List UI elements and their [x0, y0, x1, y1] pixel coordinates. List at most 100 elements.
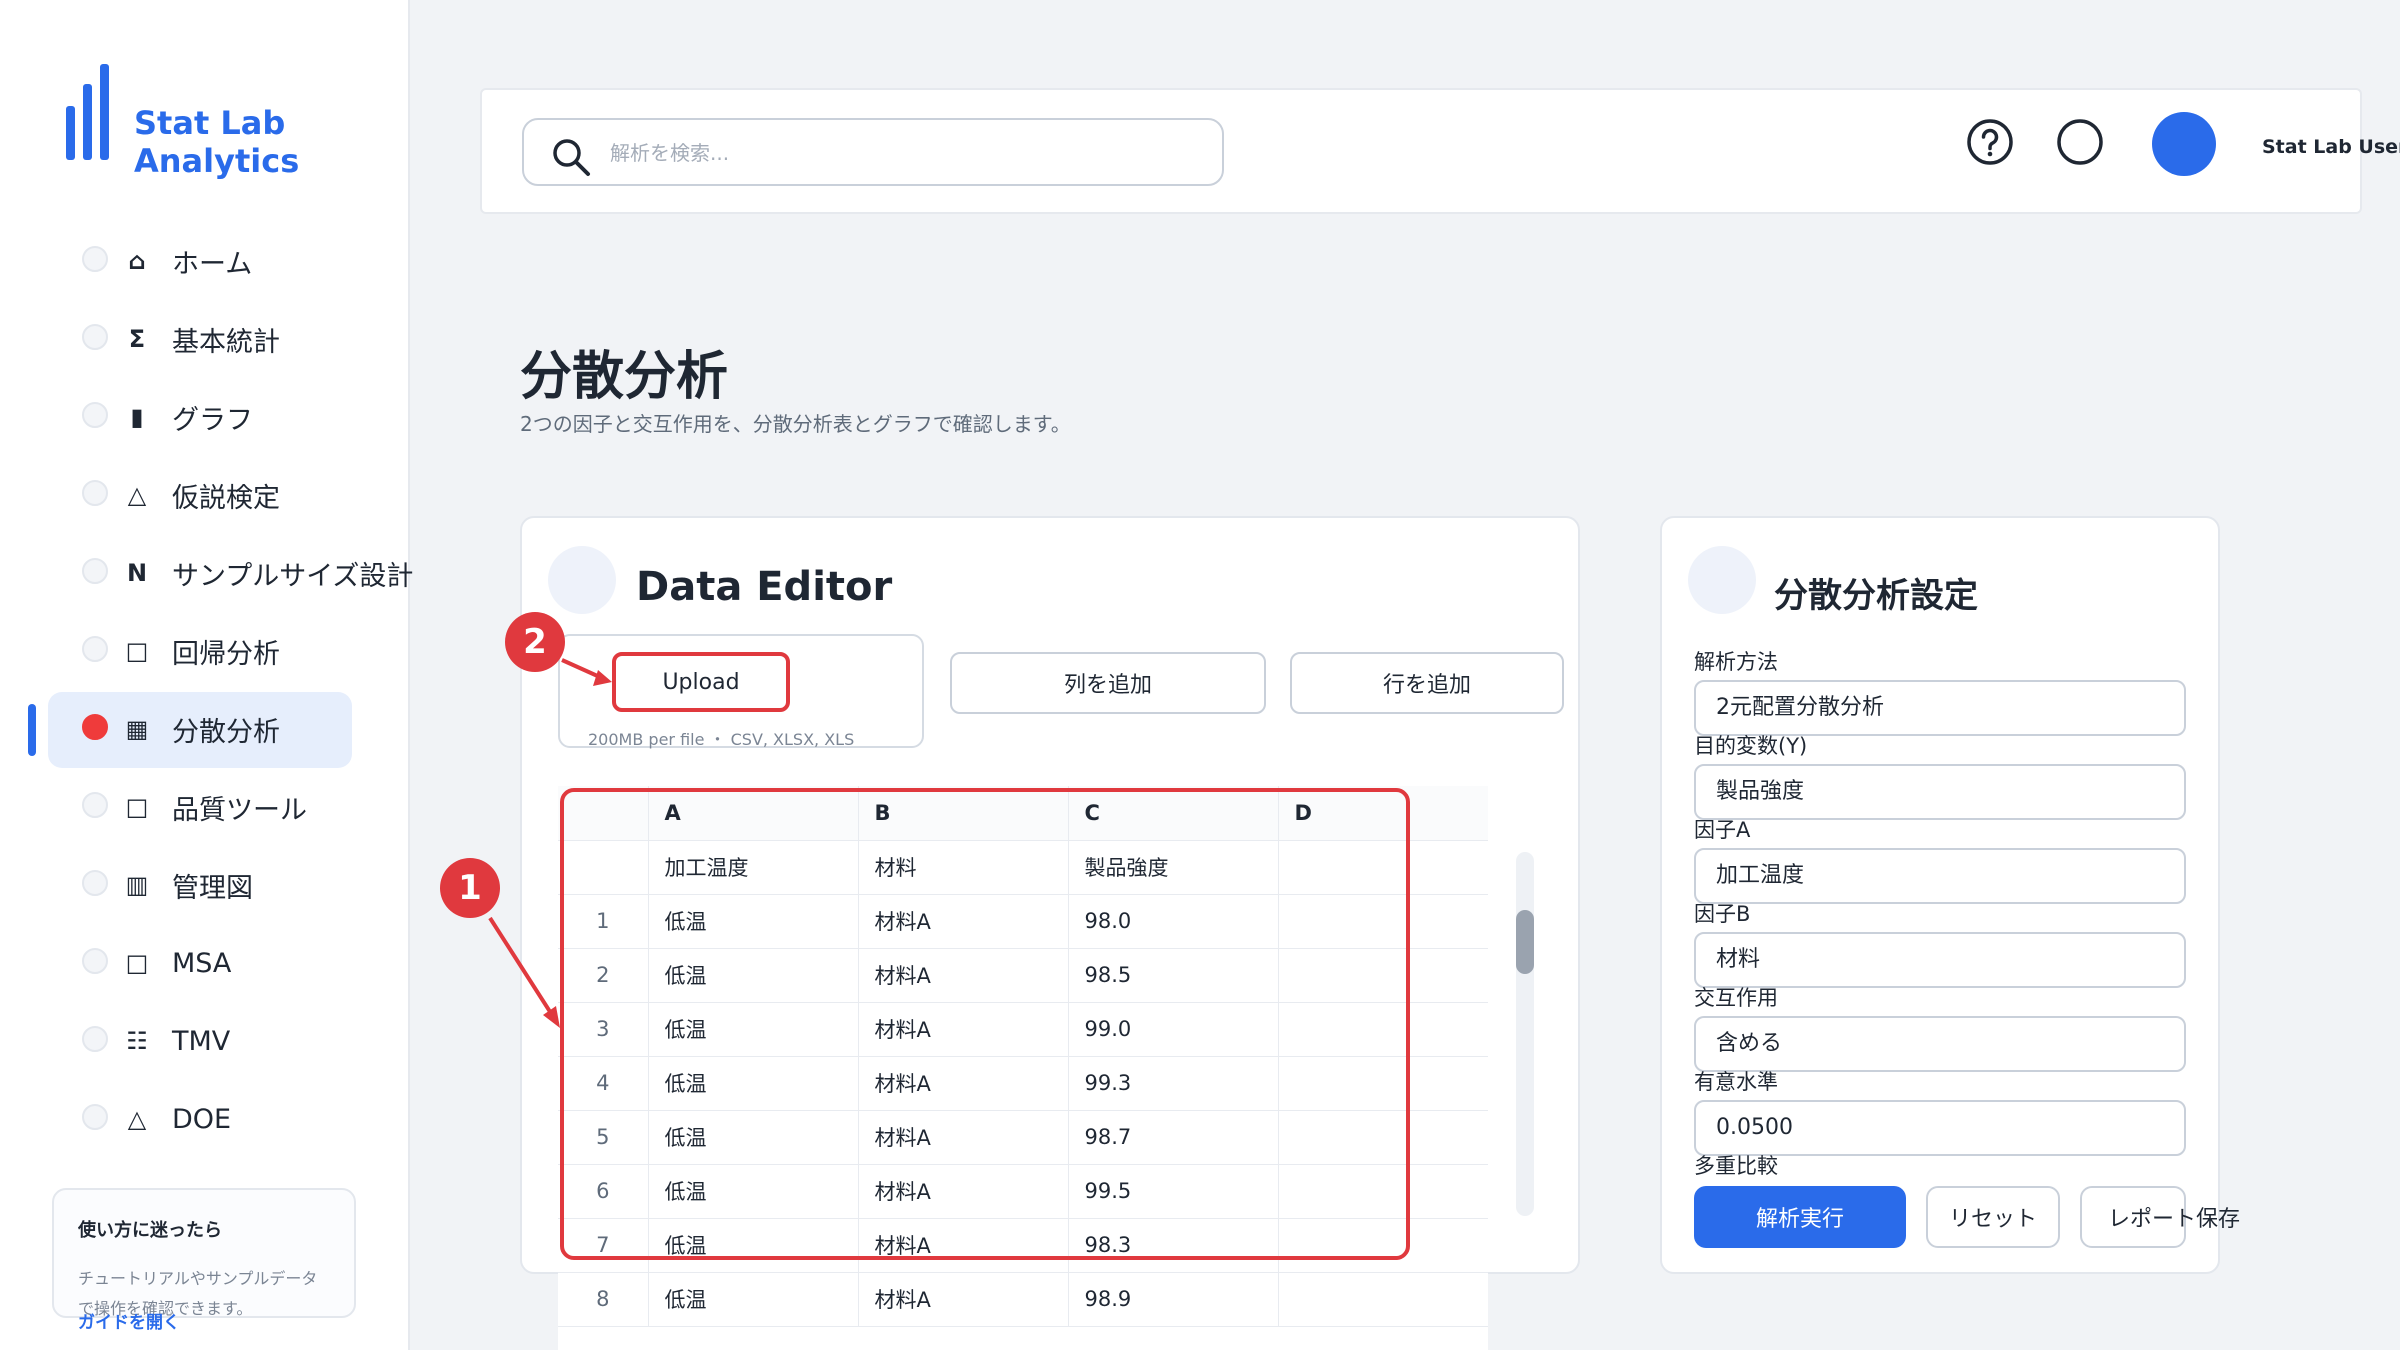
- open-guide-link[interactable]: ガイドを開く: [78, 1308, 180, 1333]
- grid-cell[interactable]: 98.0: [1068, 894, 1279, 949]
- sidebar-item-label: MSA: [172, 947, 232, 979]
- search-box[interactable]: [522, 118, 1224, 186]
- help-circle-icon[interactable]: [1966, 118, 2014, 166]
- grid-cell[interactable]: [1278, 1218, 1488, 1273]
- row-number[interactable]: 6: [558, 1164, 649, 1219]
- grid-scrollbar-track[interactable]: [1516, 852, 1534, 1216]
- add-column-button[interactable]: 列を追加: [950, 652, 1266, 714]
- data-grid[interactable]: A B C D 加工温度 材料 製品強度 1 低温 材料A 98.0 2 低温 材料A 98.5 3 低温 材料A…: [558, 786, 1488, 1350]
- grid-icon: ▦: [125, 715, 149, 743]
- annotation-badge-1: 1: [440, 858, 500, 918]
- sidebar-item[interactable]: Σ 基本統計: [46, 300, 410, 378]
- grid-cell[interactable]: 低温: [648, 1218, 859, 1273]
- grid-cell[interactable]: 低温: [648, 894, 859, 949]
- grid-cell[interactable]: 低温: [648, 1110, 859, 1165]
- grid-cell[interactable]: 材料A: [858, 1218, 1069, 1273]
- sidebar-item[interactable]: □ MSA: [46, 924, 410, 1002]
- grid-cell[interactable]: 材料A: [858, 1164, 1069, 1219]
- grid-cell[interactable]: 99.5: [1068, 1164, 1279, 1219]
- sidebar-item-label: 回帰分析: [172, 638, 280, 670]
- user-avatar[interactable]: [2152, 112, 2216, 176]
- grid-cell[interactable]: [1278, 1002, 1488, 1057]
- interaction-select[interactable]: 含める: [1694, 1016, 2186, 1072]
- column-header[interactable]: [558, 786, 649, 841]
- factor-a-select[interactable]: 加工温度: [1694, 848, 2186, 904]
- grid-cell[interactable]: 98.5: [1068, 948, 1279, 1003]
- multiple-comparison-label: 多重比較: [1694, 1154, 1778, 1178]
- reset-button[interactable]: リセット: [1926, 1186, 2060, 1248]
- notification-circle-icon[interactable]: [2056, 118, 2104, 166]
- data-editor-title: Data Editor: [636, 564, 893, 610]
- row-number[interactable]: 7: [558, 1218, 649, 1273]
- grid-scrollbar-thumb[interactable]: [1516, 910, 1534, 974]
- row-number[interactable]: 1: [558, 894, 649, 949]
- grid-cell[interactable]: 低温: [648, 1272, 859, 1327]
- row-number[interactable]: 2: [558, 948, 649, 1003]
- field-name-cell[interactable]: [1278, 840, 1488, 895]
- column-header[interactable]: D: [1278, 786, 1488, 841]
- grid-cell[interactable]: 99.0: [1068, 1002, 1279, 1057]
- grid-cell[interactable]: [1278, 1110, 1488, 1165]
- status-dot: [82, 1026, 108, 1052]
- search-input[interactable]: [610, 134, 1190, 172]
- status-dot: [82, 246, 108, 272]
- sidebar-item[interactable]: ▮ グラフ: [46, 378, 410, 456]
- field-name-cell[interactable]: [558, 840, 649, 895]
- annotation-badge-2: 2: [505, 612, 565, 672]
- grid-cell[interactable]: 低温: [648, 948, 859, 1003]
- brand-name: Stat Lab Analytics: [134, 104, 300, 180]
- sidebar-item[interactable]: N サンプルサイズ設計: [46, 534, 413, 612]
- column-header[interactable]: C: [1068, 786, 1279, 841]
- grid-cell[interactable]: [1278, 1056, 1488, 1111]
- alpha-input[interactable]: 0.0500: [1694, 1100, 2186, 1156]
- grid-field-name-row: 加工温度 材料 製品強度: [558, 840, 1488, 895]
- sidebar-nav: ⌂ ホーム Σ 基本統計 ▮ グラフ △ 仮説検定 N サンプルサイズ設計 □ 回帰分析 ▦ 分散分析 □ 品…: [28, 222, 413, 1158]
- row-number[interactable]: 3: [558, 1002, 649, 1057]
- row-number[interactable]: 5: [558, 1110, 649, 1165]
- grid-cell[interactable]: 低温: [648, 1002, 859, 1057]
- field-name-cell[interactable]: 材料: [858, 840, 1069, 895]
- grid-cell[interactable]: 99.3: [1068, 1056, 1279, 1111]
- column-header[interactable]: A: [648, 786, 859, 841]
- table-row: 2 低温 材料A 98.5: [558, 948, 1488, 1003]
- row-number[interactable]: 4: [558, 1056, 649, 1111]
- grid-cell[interactable]: 低温: [648, 1056, 859, 1111]
- sidebar-item[interactable]: ⌂ ホーム: [46, 222, 410, 300]
- grid-cell[interactable]: 材料A: [858, 1056, 1069, 1111]
- factor-b-select[interactable]: 材料: [1694, 932, 2186, 988]
- grid-cell[interactable]: 材料A: [858, 1110, 1069, 1165]
- columns-icon: ▥: [125, 871, 149, 899]
- grid-cell[interactable]: 98.9: [1068, 1272, 1279, 1327]
- sidebar-item[interactable]: □ 回帰分析: [46, 612, 410, 690]
- grid-cell[interactable]: 材料A: [858, 1002, 1069, 1057]
- run-analysis-button[interactable]: 解析実行: [1694, 1186, 1906, 1248]
- grid-cell[interactable]: [1278, 894, 1488, 949]
- square-icon: □: [125, 793, 149, 821]
- column-header[interactable]: B: [858, 786, 1069, 841]
- sidebar-item[interactable]: ☷ TMV: [46, 1002, 410, 1080]
- grid-cell[interactable]: [1278, 1164, 1488, 1219]
- field-name-cell[interactable]: 製品強度: [1068, 840, 1279, 895]
- target-select[interactable]: 製品強度: [1694, 764, 2186, 820]
- grid-cell[interactable]: [1278, 948, 1488, 1003]
- help-title: 使い方に迷ったら: [78, 1220, 222, 1241]
- sidebar-item[interactable]: ▦ 分散分析: [28, 690, 410, 768]
- add-row-button[interactable]: 行を追加: [1290, 652, 1564, 714]
- sidebar-item[interactable]: □ 品質ツール: [46, 768, 410, 846]
- sidebar-item[interactable]: △ 仮説検定: [46, 456, 410, 534]
- grid-cell[interactable]: 98.7: [1068, 1110, 1279, 1165]
- grid-cell[interactable]: 材料A: [858, 948, 1069, 1003]
- grid-cell[interactable]: 材料A: [858, 894, 1069, 949]
- grid-cell[interactable]: 98.3: [1068, 1218, 1279, 1273]
- sidebar-item[interactable]: △ DOE: [46, 1080, 410, 1158]
- grid-cell[interactable]: 材料A: [858, 1272, 1069, 1327]
- grid-cell[interactable]: [1278, 1272, 1488, 1327]
- grid-cell[interactable]: 低温: [648, 1164, 859, 1219]
- sidebar-item[interactable]: ▥ 管理図: [46, 846, 410, 924]
- field-name-cell[interactable]: 加工温度: [648, 840, 859, 895]
- upload-button[interactable]: Upload: [612, 652, 790, 712]
- row-number[interactable]: 8: [558, 1272, 649, 1327]
- save-report-button[interactable]: レポート保存: [2080, 1186, 2240, 1248]
- method-select[interactable]: 2元配置分散分析: [1694, 680, 2186, 736]
- page-subtitle: 2つの因子と交互作用を、分散分析表とグラフで確認します。: [520, 412, 1071, 436]
